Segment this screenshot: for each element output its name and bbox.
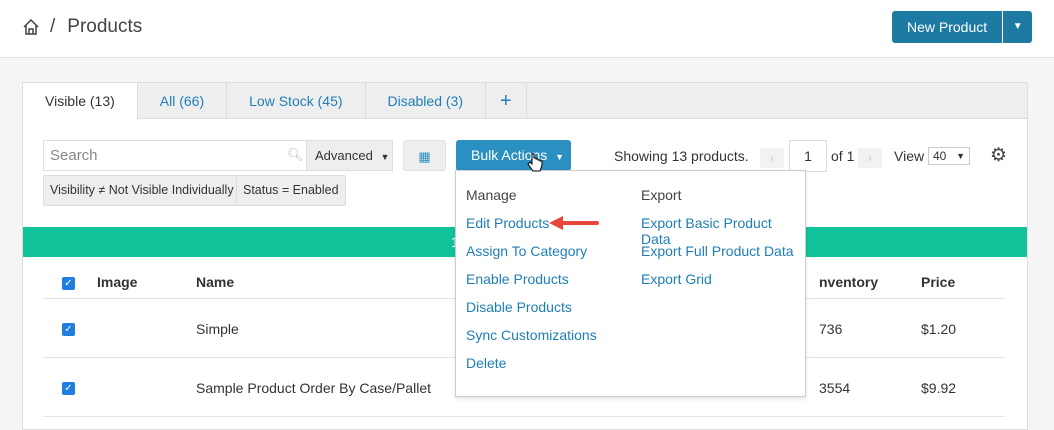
page-total: of 1 <box>831 148 855 164</box>
menu-item-sync-customizations[interactable]: Sync Customizations <box>466 327 597 355</box>
page-title: Products <box>67 16 143 37</box>
filter-chip-visibility[interactable]: Visibility ≠ Not Visible Individually <box>43 175 241 206</box>
showing-count: Showing 13 products. <box>614 148 749 164</box>
row-checkbox[interactable]: ✓ <box>62 323 75 336</box>
new-product-button-group: New Product ▼ <box>892 11 1033 43</box>
red-arrow-annotation-icon <box>549 216 599 230</box>
csv-file-icon[interactable]: ▦ <box>403 140 446 171</box>
add-tab-plus-icon[interactable]: + <box>486 83 527 119</box>
tab-visible[interactable]: Visible (13) <box>23 83 138 120</box>
tab-all[interactable]: All (66) <box>138 83 228 119</box>
bulk-actions-menu: Manage Edit Products Assign To Category … <box>455 170 806 397</box>
menu-item-disable-products[interactable]: Disable Products <box>466 299 597 327</box>
new-product-dropdown-toggle[interactable]: ▼ <box>1003 11 1032 43</box>
search-icon: 🔍︎ <box>287 147 304 162</box>
column-image[interactable]: Image <box>97 274 137 290</box>
chevron-down-icon: ▼ <box>956 151 965 161</box>
hand-cursor-icon <box>527 153 543 172</box>
view-per-page-select[interactable]: 40 ▼ <box>928 147 970 165</box>
row-checkbox[interactable]: ✓ <box>62 382 75 395</box>
menu-item-export-grid[interactable]: Export Grid <box>641 271 805 299</box>
column-price[interactable]: Price <box>921 274 955 290</box>
menu-item-assign-to-category[interactable]: Assign To Category <box>466 243 597 271</box>
breadcrumb: / Products <box>22 16 142 38</box>
column-inventory[interactable]: nventory <box>819 274 878 290</box>
menu-header-export: Export <box>641 187 682 203</box>
caret-down-icon: ▼ <box>380 152 390 162</box>
select-all-checkbox[interactable]: ✓ <box>62 277 75 290</box>
advanced-label: Advanced <box>315 148 373 163</box>
filter-chip-status[interactable]: Status = Enabled <box>236 175 346 206</box>
gear-icon[interactable]: ⚙ <box>990 144 1007 167</box>
advanced-search-button[interactable]: Advanced ▼ <box>306 140 393 171</box>
bulk-actions-button[interactable]: Bulk Actions ▼ <box>456 140 571 171</box>
product-inventory: 3554 <box>819 380 851 396</box>
menu-item-export-full[interactable]: Export Full Product Data <box>641 243 805 271</box>
view-value: 40 <box>933 149 947 163</box>
page-header: / Products New Product ▼ <box>0 0 1054 58</box>
product-name[interactable]: Sample Product Order By Case/Pallet <box>196 380 431 396</box>
home-icon[interactable] <box>22 18 40 36</box>
new-product-button[interactable]: New Product <box>892 11 1004 43</box>
menu-item-delete[interactable]: Delete <box>466 355 597 383</box>
tab-bar: Visible (13) All (66) Low Stock (45) Dis… <box>23 83 1027 120</box>
column-name[interactable]: Name <box>196 274 234 290</box>
next-page-icon[interactable]: › <box>858 148 882 168</box>
prev-page-icon[interactable]: ‹ <box>760 148 784 168</box>
search-input[interactable]: Search <box>43 140 306 171</box>
product-price: $1.20 <box>921 321 957 337</box>
caret-down-icon: ▼ <box>555 152 565 162</box>
menu-header-manage: Manage <box>466 187 517 203</box>
menu-item-export-basic[interactable]: Export Basic Product Data <box>641 215 805 247</box>
tab-low-stock[interactable]: Low Stock (45) <box>227 83 366 119</box>
view-label: View <box>894 148 925 164</box>
product-price: $9.92 <box>921 380 957 396</box>
product-inventory: 736 <box>819 321 843 337</box>
product-name[interactable]: Simple <box>196 321 239 337</box>
menu-item-enable-products[interactable]: Enable Products <box>466 271 597 299</box>
page-input[interactable]: 1 <box>789 140 827 172</box>
breadcrumb-separator: / <box>50 16 56 37</box>
tab-disabled[interactable]: Disabled (3) <box>366 83 486 119</box>
